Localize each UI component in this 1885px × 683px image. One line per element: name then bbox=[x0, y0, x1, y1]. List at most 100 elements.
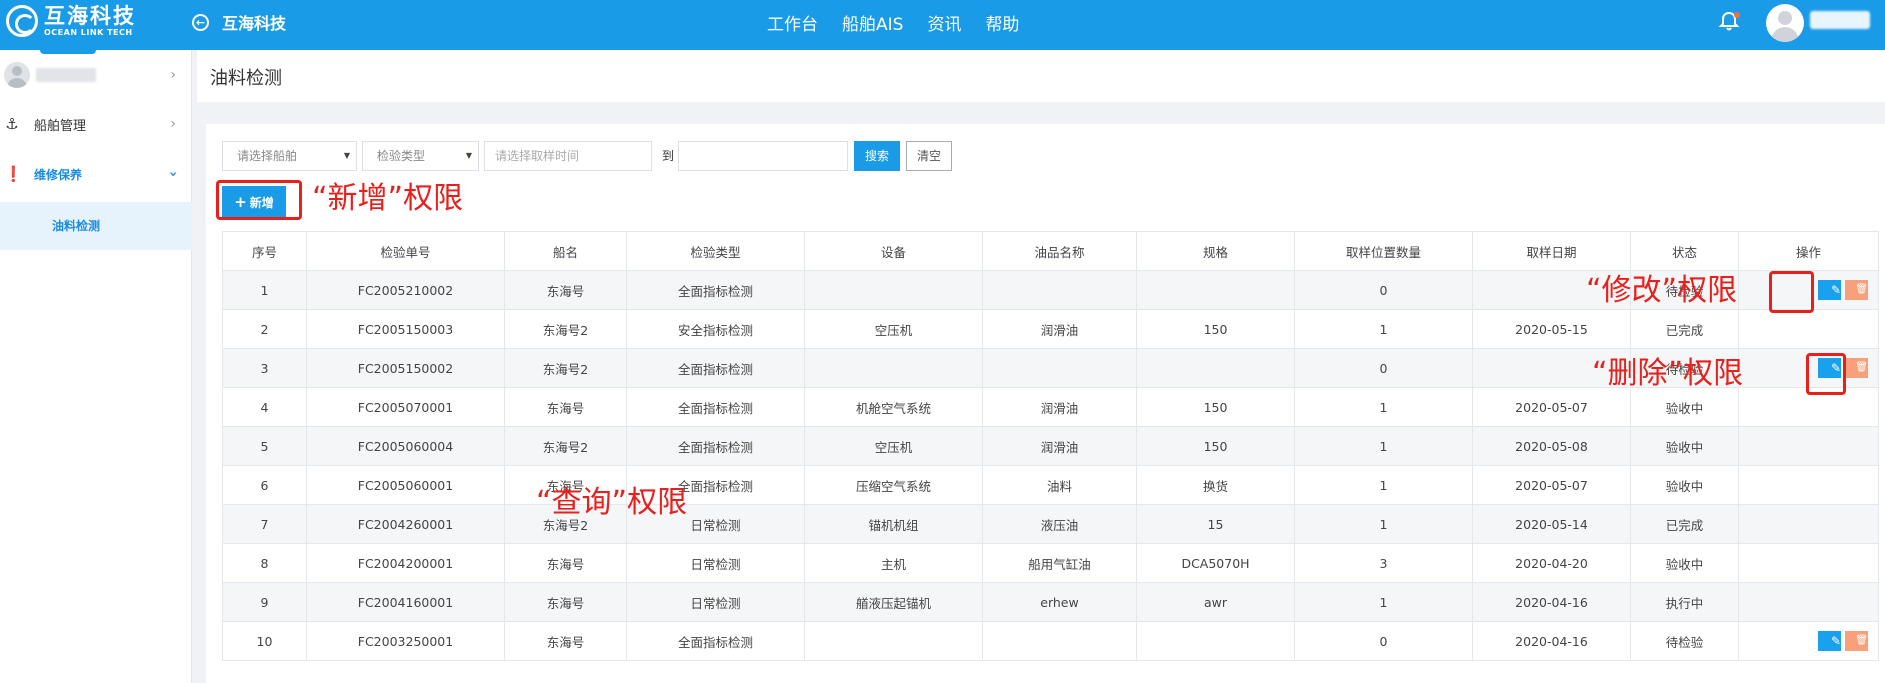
table-cell-spec: 15 bbox=[1136, 504, 1295, 544]
table-cell-no: 10 bbox=[222, 621, 307, 661]
nav-help[interactable]: 帮助 bbox=[985, 10, 1019, 35]
clear-button[interactable]: 清空 bbox=[906, 141, 952, 171]
table-cell-ops: ✎ 🗑 bbox=[1738, 621, 1879, 661]
table-cell-oil: 润滑油 bbox=[982, 426, 1137, 466]
logo[interactable]: 互海科技 OCEAN LINK TECH bbox=[6, 4, 136, 38]
edit-icon[interactable]: ✎ bbox=[1818, 280, 1841, 300]
edit-permission-label: “修改”权限 bbox=[1586, 273, 1738, 308]
logo-title: 互海科技 bbox=[44, 4, 136, 28]
table-row[interactable]: 5 FC2005060004 东海号2 全面指标检测 空压机 润滑油 150 1 2020-05… bbox=[222, 426, 1879, 466]
table-cell-date: 2020-05-07 bbox=[1472, 387, 1631, 427]
table-cell-equip: 艏液压起锚机 bbox=[804, 582, 983, 622]
table-cell-ship: 东海号2 bbox=[504, 348, 627, 388]
table-cell-type: 全面指标检测 bbox=[626, 270, 805, 310]
delete-permission-label: “删除”权限 bbox=[1592, 356, 1744, 391]
table-cell-count: 1 bbox=[1294, 582, 1473, 622]
username-redacted[interactable] bbox=[1810, 11, 1870, 29]
table-cell-no: 6 bbox=[222, 465, 307, 505]
table-cell-ops bbox=[1738, 582, 1879, 622]
table-cell-no: 2 bbox=[222, 309, 307, 349]
back-arrow-icon: ← bbox=[192, 13, 209, 31]
table-cell-ship: 东海号2 bbox=[504, 309, 627, 349]
table-cell-spec: awr bbox=[1136, 582, 1295, 622]
sidebar-item-ship-management[interactable]: ⚓ 船舶管理 › bbox=[0, 100, 192, 148]
table-row[interactable]: 4 FC2005070001 东海号 全面指标检测 机舱空气系统 润滑油 150 1 2020-… bbox=[222, 387, 1879, 427]
table-row[interactable]: 8 FC2004200001 东海号 日常检测 主机 船用气缸油 DCA5070H 3 2020… bbox=[222, 543, 1879, 583]
nav-workbench[interactable]: 工作台 bbox=[767, 10, 818, 35]
user-avatar[interactable] bbox=[1766, 4, 1804, 42]
table-cell-code: FC2005060004 bbox=[306, 426, 505, 466]
sample-time-start-input[interactable]: 请选择取样时间 bbox=[484, 141, 652, 171]
table-cell-oil bbox=[982, 621, 1137, 661]
table-cell-code: FC2003250001 bbox=[306, 621, 505, 661]
table-cell-ship: 东海号 bbox=[504, 543, 627, 583]
sidebar-item-maintenance[interactable]: ❗ 维修保养 › bbox=[0, 150, 192, 198]
delete-icon[interactable]: 🗑 bbox=[1845, 280, 1868, 300]
table-cell-ship: 东海号 bbox=[504, 582, 627, 622]
table-cell-no: 7 bbox=[222, 504, 307, 544]
delete-icon[interactable]: 🗑 bbox=[1845, 631, 1868, 651]
table-cell-status: 验收中 bbox=[1630, 387, 1739, 427]
sample-time-end-input[interactable] bbox=[678, 141, 848, 171]
caret-down-icon: ▼ bbox=[343, 151, 350, 160]
table-cell-type: 安全指标检测 bbox=[626, 309, 805, 349]
table-header-cell: 操作 bbox=[1738, 231, 1879, 271]
table-header-cell: 检验类型 bbox=[626, 231, 805, 271]
table-header-cell: 油品名称 bbox=[982, 231, 1137, 271]
table-header-cell: 船名 bbox=[504, 231, 627, 271]
table-cell-type: 全面指标检测 bbox=[626, 387, 805, 427]
search-button[interactable]: 搜索 bbox=[854, 141, 900, 171]
table-cell-date: 2020-05-07 bbox=[1472, 465, 1631, 505]
table-header-cell: 规格 bbox=[1136, 231, 1295, 271]
anchor-icon: ⚓ bbox=[5, 115, 19, 133]
table-cell-no: 1 bbox=[222, 270, 307, 310]
table-cell-spec bbox=[1136, 621, 1295, 661]
delete-permission-highlight bbox=[1806, 353, 1846, 395]
back-button[interactable]: ← 互海科技 bbox=[192, 10, 286, 34]
sidebar: › ⚓ 船舶管理 › ❗ 维修保养 › 油料检测 bbox=[0, 50, 192, 683]
table-row[interactable]: 6 FC2005060001 东海号 全面指标检测 压缩空气系统 油料 换货 1 2020-05… bbox=[222, 465, 1879, 505]
table-cell-equip bbox=[804, 621, 983, 661]
wrench-icon: ❗ bbox=[4, 165, 23, 183]
nav-news[interactable]: 资讯 bbox=[927, 10, 961, 35]
sidebar-subitem-oil-inspection[interactable]: 油料检测 bbox=[0, 202, 192, 250]
page-header: 油料检测 bbox=[197, 50, 1885, 102]
inspection-type-select[interactable]: 检验类型 ▼ bbox=[362, 141, 479, 171]
table-row[interactable]: 2 FC2005150003 东海号2 安全指标检测 空压机 润滑油 150 1 2020-05… bbox=[222, 309, 1879, 349]
table-cell-equip: 锚机机组 bbox=[804, 504, 983, 544]
delete-icon[interactable]: 🗑 bbox=[1845, 358, 1868, 378]
table-row[interactable]: 9 FC2004160001 东海号 日常检测 艏液压起锚机 erhew awr 1 2020-… bbox=[222, 582, 1879, 622]
table-header-cell: 取样日期 bbox=[1472, 231, 1631, 271]
table-cell-ops bbox=[1738, 543, 1879, 583]
table-cell-no: 3 bbox=[222, 348, 307, 388]
add-permission-highlight bbox=[216, 180, 302, 220]
table-cell-oil bbox=[982, 270, 1137, 310]
nav-ship-ais[interactable]: 船舶AIS bbox=[842, 10, 903, 35]
table-cell-status: 验收中 bbox=[1630, 543, 1739, 583]
table-cell-status: 验收中 bbox=[1630, 426, 1739, 466]
table-row[interactable]: 10 FC2003250001 东海号 全面指标检测 0 2020-04-16 待检验 ✎ 🗑 bbox=[222, 621, 1879, 661]
page-title: 油料检测 bbox=[210, 68, 282, 89]
table-cell-count: 1 bbox=[1294, 465, 1473, 505]
table-cell-ops bbox=[1738, 504, 1879, 544]
table-cell-type: 全面指标检测 bbox=[626, 621, 805, 661]
table-cell-date: 2020-05-08 bbox=[1472, 426, 1631, 466]
ship-select[interactable]: 请选择船舶 ▼ bbox=[222, 141, 357, 171]
table-cell-ship: 东海号 bbox=[504, 387, 627, 427]
table-cell-ops bbox=[1738, 465, 1879, 505]
table-cell-equip: 空压机 bbox=[804, 309, 983, 349]
top-nav: 工作台 船舶AIS 资讯 帮助 bbox=[767, 10, 1019, 35]
chevron-right-icon: › bbox=[170, 116, 176, 132]
query-permission-label: “查询”权限 bbox=[536, 485, 688, 520]
edit-icon[interactable]: ✎ bbox=[1818, 631, 1841, 651]
table-row[interactable]: 7 FC2004260001 东海号2 日常检测 锚机机组 液压油 15 1 2020-05-1… bbox=[222, 504, 1879, 544]
logo-icon bbox=[6, 5, 38, 37]
table-cell-ship: 东海号 bbox=[504, 270, 627, 310]
notification-bell-icon[interactable] bbox=[1718, 10, 1740, 32]
add-permission-label: “新增”权限 bbox=[312, 181, 464, 216]
table-cell-code: FC2004160001 bbox=[306, 582, 505, 622]
sidebar-user[interactable]: › bbox=[0, 50, 192, 100]
table-cell-status: 已完成 bbox=[1630, 504, 1739, 544]
table-cell-spec: DCA5070H bbox=[1136, 543, 1295, 583]
table-cell-code: FC2005150002 bbox=[306, 348, 505, 388]
